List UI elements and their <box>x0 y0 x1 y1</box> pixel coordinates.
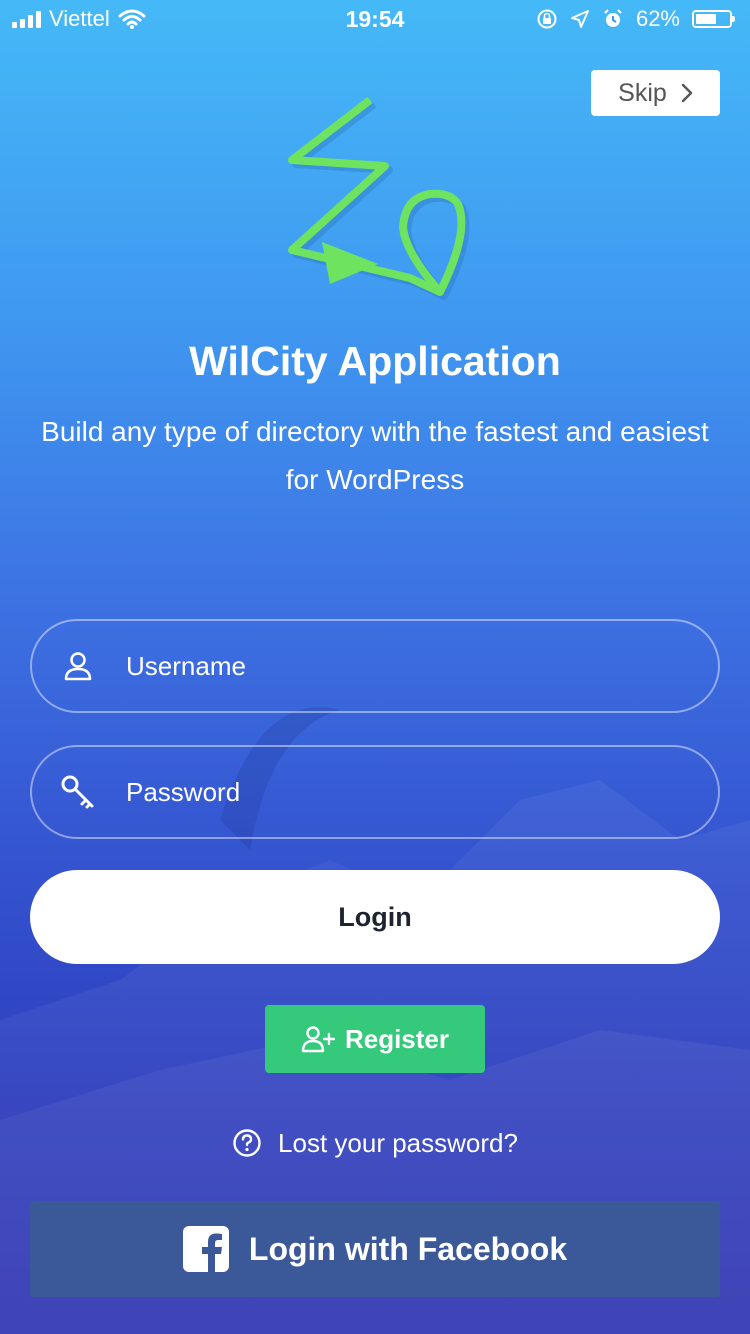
skip-label: Skip <box>618 78 667 107</box>
username-input[interactable] <box>124 635 718 697</box>
user-icon <box>32 619 124 713</box>
location-icon <box>570 10 589 28</box>
register-button[interactable]: Register <box>265 1005 485 1073</box>
facebook-icon <box>182 1226 229 1272</box>
skip-button[interactable]: Skip <box>591 70 720 116</box>
login-label: Login <box>338 901 412 932</box>
facebook-login-button[interactable]: Login with Facebook <box>30 1201 720 1297</box>
password-input[interactable] <box>124 761 718 823</box>
battery-icon <box>692 10 735 28</box>
help-circle-icon <box>233 1129 261 1157</box>
password-field[interactable] <box>30 745 720 839</box>
alarm-icon <box>604 9 622 27</box>
lost-password-label: Lost your password? <box>278 1127 518 1158</box>
app-subtitle: Build any type of directory with the fas… <box>41 416 709 495</box>
app-title: WilCity Application <box>189 338 561 384</box>
key-icon <box>32 745 124 839</box>
wilcity-logo <box>288 96 470 300</box>
add-user-icon <box>301 1026 335 1053</box>
username-field[interactable] <box>30 619 720 713</box>
status-bar: Viettel 19:54 62% <box>0 0 750 40</box>
login-button[interactable]: Login <box>30 870 720 964</box>
status-right: 62% <box>536 6 735 32</box>
lost-password-link[interactable]: Lost your password? <box>0 1120 750 1166</box>
chevron-right-icon <box>681 83 693 103</box>
register-label: Register <box>344 1023 450 1054</box>
rotation-lock-icon <box>537 9 557 29</box>
facebook-label: Login with Facebook <box>248 1230 568 1267</box>
battery-percent: 62% <box>635 6 680 31</box>
